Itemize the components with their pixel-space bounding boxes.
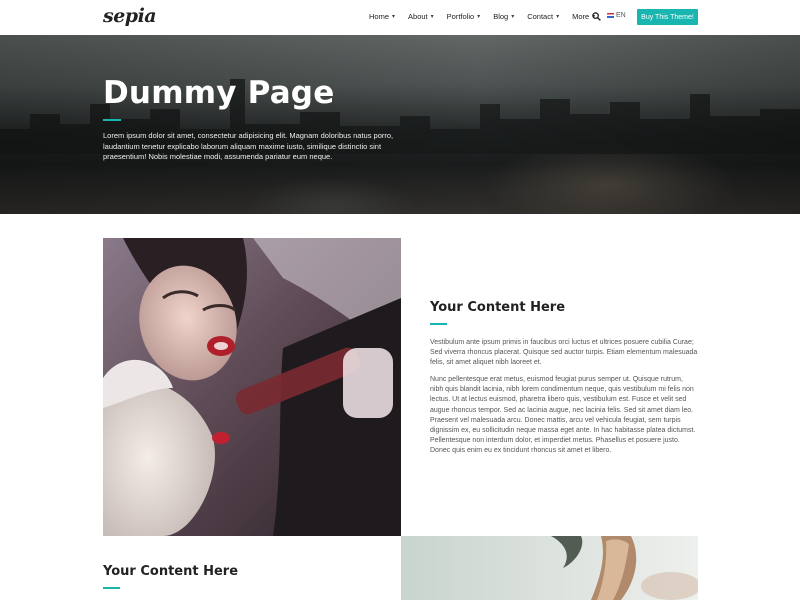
menu-item-blog[interactable]: Blog ▾ <box>493 12 514 21</box>
section-accent-line <box>103 587 120 589</box>
menu-item-home[interactable]: Home ▾ <box>369 12 395 21</box>
section-heading: Your Content Here <box>430 300 566 315</box>
title-accent-line <box>103 119 121 121</box>
menu-label: More <box>572 12 590 21</box>
buy-theme-button[interactable]: Buy This Theme! <box>637 9 698 25</box>
language-switcher[interactable]: EN <box>607 12 626 19</box>
menu-item-contact[interactable]: Contact ▾ <box>527 12 559 21</box>
site-logo[interactable]: sepia <box>103 5 157 27</box>
feature-photo-woman-outdoors <box>401 536 698 600</box>
feature-photo-women-drinking <box>103 238 401 536</box>
menu-label: Contact <box>527 12 554 21</box>
chevron-down-icon: ▾ <box>430 14 434 20</box>
section-paragraph-2: Nunc pellentesque erat metus, euismod fe… <box>430 376 696 455</box>
section-paragraph-1: Vestibulum ante ipsum primis in faucibus… <box>430 339 698 367</box>
search-icon[interactable] <box>592 12 601 21</box>
chevron-down-icon: ▾ <box>392 14 396 20</box>
top-navigation: sepia Home ▾ About ▾ Portfolio ▾ Blog ▾ Cont… <box>0 0 800 35</box>
photo-illustration <box>401 536 698 600</box>
menu-label: About <box>408 12 428 21</box>
section-heading: Your Content Here <box>103 564 239 579</box>
language-label: EN <box>616 12 626 19</box>
menu-item-portfolio[interactable]: Portfolio ▾ <box>447 12 481 21</box>
hero-banner: Dummy Page Lorem ipsum dolor sit amet, c… <box>0 35 800 214</box>
hero-overlay <box>0 35 800 214</box>
photo-illustration <box>103 238 401 536</box>
menu-item-about[interactable]: About ▾ <box>408 12 434 21</box>
menu-label: Home <box>369 12 390 21</box>
uk-flag-icon <box>607 13 614 18</box>
chevron-down-icon: ▾ <box>556 14 560 20</box>
menu-label: Portfolio <box>446 12 475 21</box>
menu-label: Blog <box>493 12 509 21</box>
main-menu: Home ▾ About ▾ Portfolio ▾ Blog ▾ Contact ▾ M… <box>369 12 608 21</box>
chevron-down-icon: ▾ <box>511 14 515 20</box>
section-accent-line <box>430 323 447 325</box>
hero-description: Lorem ipsum dolor sit amet, consectetur … <box>103 131 394 161</box>
page-title: Dummy Page <box>103 75 335 111</box>
chevron-down-icon: ▾ <box>477 14 481 20</box>
